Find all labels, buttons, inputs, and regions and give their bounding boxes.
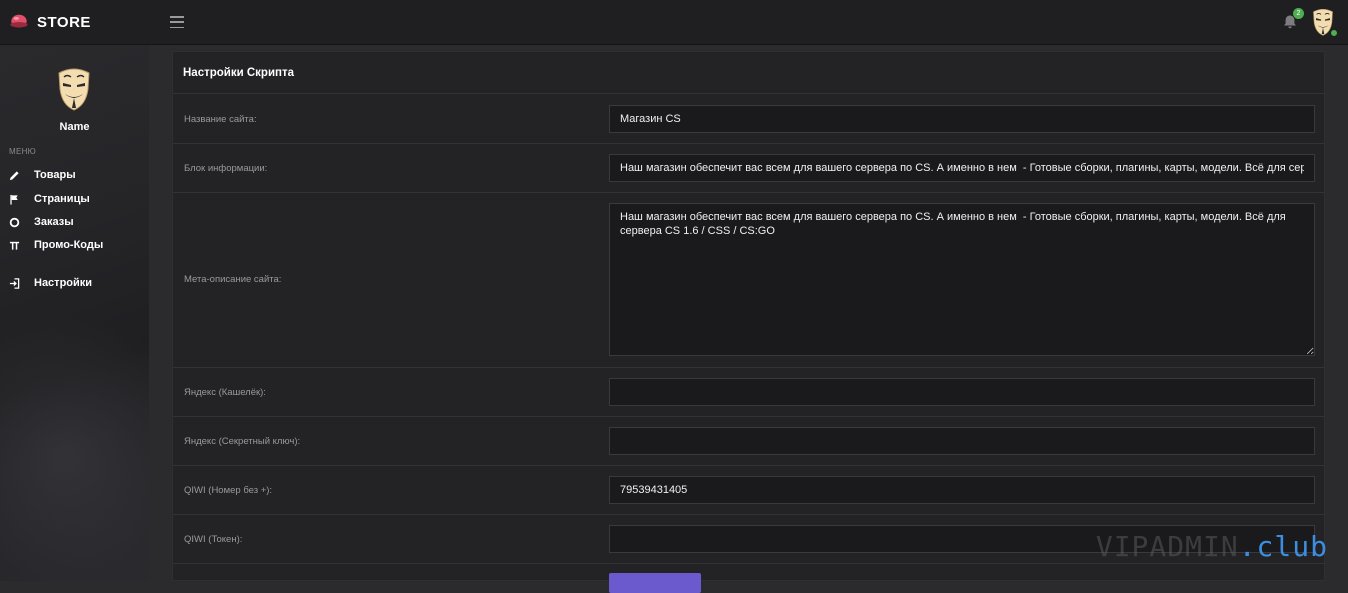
form-row-site-name: Название сайта: [173, 93, 1324, 144]
sidebar-avatar[interactable] [55, 67, 93, 111]
sidebar-item-settings[interactable]: Настройки [8, 275, 92, 291]
yandex-secret-input[interactable] [609, 427, 1315, 455]
form-row-meta-description: Мета-описание сайта: Наш магазин обеспеч… [173, 192, 1324, 367]
sidebar-item-label: Страницы [34, 193, 90, 205]
sidebar-item-promo-codes[interactable]: Промо-Коды [8, 237, 103, 253]
sidebar-item-products[interactable]: Товары [8, 167, 76, 183]
field-label: Блок информации: [184, 163, 268, 174]
notifications-button[interactable]: 2 [1282, 8, 1304, 30]
form-row-actions [173, 563, 1324, 582]
site-name-input[interactable] [609, 105, 1315, 133]
card-title: Настройки Скрипта [183, 67, 294, 79]
online-status-dot [1330, 29, 1338, 37]
yandex-wallet-input[interactable] [609, 378, 1315, 406]
mask-avatar-icon [58, 68, 90, 111]
menu-heading: МЕНЮ [9, 147, 37, 156]
form-row-info-block: Блок информации: [173, 143, 1324, 192]
watermark-main: VIPADMIN [1095, 530, 1239, 563]
notification-badge: 2 [1293, 8, 1304, 19]
sidebar-item-pages[interactable]: Страницы [8, 191, 90, 207]
meta-description-textarea[interactable]: Наш магазин обеспечит вас всем для вашег… [609, 203, 1315, 356]
sidebar-item-label: Товары [34, 169, 76, 181]
top-bar: STORE 2 [0, 0, 1348, 45]
flag-icon [8, 193, 20, 205]
field-label: Яндекс (Кашелёк): [184, 387, 266, 398]
field-label: QIWI (Номер без +): [184, 485, 273, 496]
brand-name: STORE [37, 13, 91, 31]
user-avatar-button[interactable] [1310, 8, 1338, 37]
brand[interactable]: STORE [10, 13, 160, 31]
sidebar-item-label: Настройки [34, 277, 93, 289]
field-label: Мета-описание сайта: [184, 274, 282, 285]
sidebar-item-label: Заказы [34, 216, 74, 228]
sidebar-user-name: Name [59, 121, 90, 133]
menu-toggle-icon[interactable] [170, 16, 184, 28]
pi-icon [8, 239, 20, 251]
form-row-yandex-wallet: Яндекс (Кашелёк): [173, 367, 1324, 416]
sidebar-item-label: Промо-Коды [34, 239, 104, 251]
qiwi-number-input[interactable] [609, 476, 1315, 504]
field-label: Яндекс (Секретный ключ): [184, 436, 301, 447]
top-right-controls: 2 [1282, 8, 1338, 37]
form-row-yandex-secret: Яндекс (Секретный ключ): [173, 416, 1324, 465]
sign-in-icon [8, 277, 20, 289]
sidebar: Name МЕНЮ Товары Страницы Заказы Промо-К… [0, 45, 149, 581]
save-button[interactable] [609, 573, 701, 593]
field-label: Название сайта: [184, 114, 257, 125]
settings-card: Настройки Скрипта Название сайта: Блок и… [172, 51, 1325, 593]
pencil-icon [8, 169, 20, 181]
info-block-input[interactable] [609, 154, 1315, 182]
watermark-suffix: .club [1238, 530, 1328, 563]
watermark: VIPADMIN.club [1096, 530, 1328, 563]
sidebar-item-orders[interactable]: Заказы [8, 214, 74, 230]
field-label: QIWI (Токен): [184, 534, 243, 545]
circle-icon [8, 216, 20, 228]
form-row-qiwi-number: QIWI (Номер без +): [173, 465, 1324, 514]
store-logo-icon [10, 14, 28, 28]
